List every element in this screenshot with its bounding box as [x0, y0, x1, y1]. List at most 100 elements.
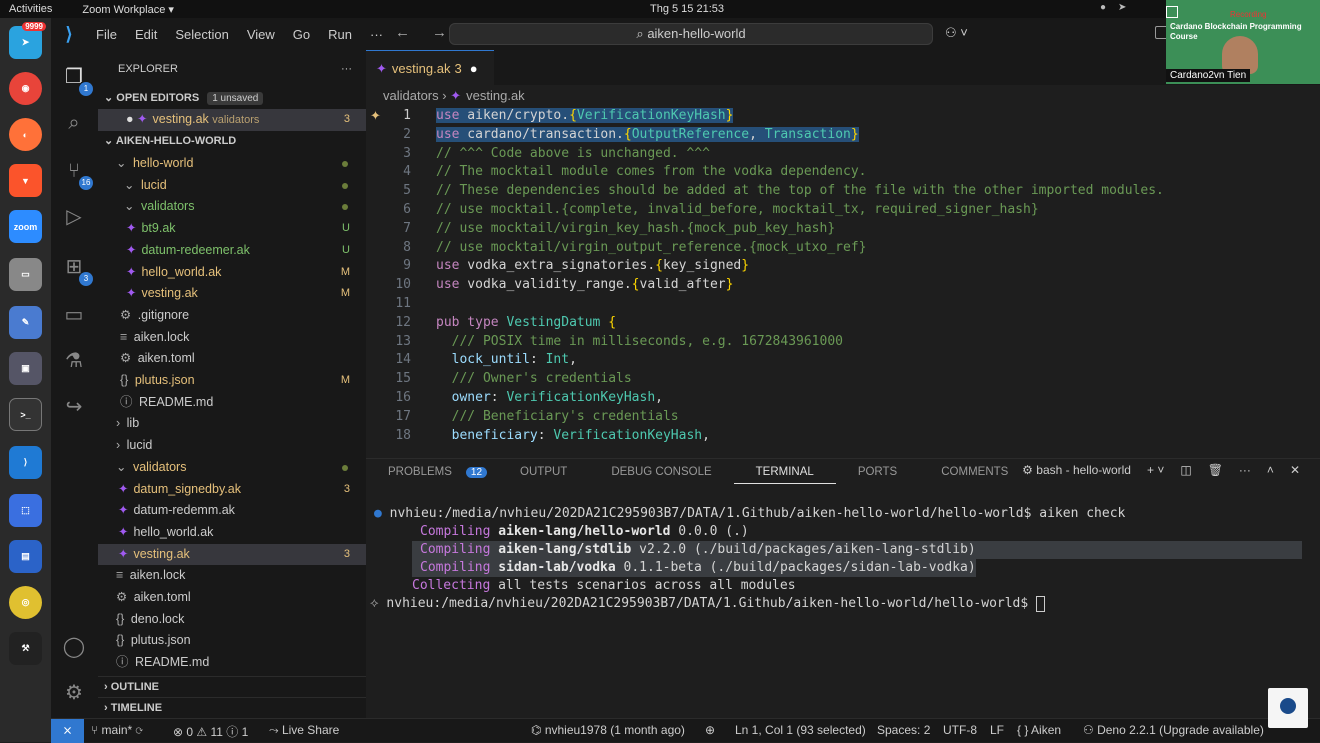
branch-indicator[interactable]: ⑂ main* ⟳	[91, 723, 143, 737]
tree-item[interactable]: ≡ aiken.lock	[98, 327, 366, 349]
trash-icon[interactable]: 🗑	[1208, 463, 1223, 477]
live-share-icon[interactable]: ↪	[61, 394, 87, 420]
code-line[interactable]: 9 use vodka_extra_signatories.{key_signed…	[366, 257, 1320, 276]
tree-item[interactable]: ✦ vesting.ak 3	[98, 543, 366, 566]
explorer-icon[interactable]: ❐ 1	[61, 64, 93, 96]
open-editor-item[interactable]: ● ✦ vesting.ak validators 3	[98, 109, 366, 131]
code-line[interactable]: 5 // These dependencies should be added a…	[366, 182, 1320, 201]
zoom-app-menu[interactable]: Zoom Workplace ▾	[82, 3, 174, 16]
cursor-position[interactable]: Ln 1, Col 1 (93 selected)	[735, 723, 866, 737]
git-blame[interactable]: ⌬ nvhieu1978 (1 month ago)	[531, 723, 685, 737]
remote-desktop-icon[interactable]: ▣	[9, 352, 42, 385]
brave-icon[interactable]: ▼	[9, 164, 42, 197]
tree-item[interactable]: {} plutus.json M	[98, 370, 366, 392]
fullscreen-toggle-icon[interactable]	[1166, 6, 1178, 18]
outline-section[interactable]: › OUTLINE	[98, 676, 366, 698]
back-arrow-icon[interactable]: ←	[395, 24, 410, 41]
tree-item[interactable]: ✦ datum-redemm.ak	[98, 500, 366, 522]
sparkle-icon[interactable]: ✦	[370, 108, 381, 124]
tree-item[interactable]: ✦ hello_world.ak	[98, 522, 366, 544]
tree-item[interactable]: ✦ vesting.ak M	[98, 283, 366, 305]
code-line[interactable]: 17 /// Beneficiary's credentials	[366, 408, 1320, 427]
code-line[interactable]: 18 beneficiary: VerificationKeyHash,	[366, 427, 1320, 446]
screenshot-icon[interactable]: ⬚	[9, 494, 42, 527]
panel-tab-terminal[interactable]: TERMINAL	[733, 460, 836, 484]
live-share-button[interactable]: ⤳ Live Share	[269, 723, 339, 738]
testing-icon[interactable]: ⚗	[61, 348, 87, 374]
command-center-search[interactable]: ⌕ aiken-hello-world	[449, 23, 933, 45]
panel-tab-debug-console[interactable]: DEBUG CONSOLE	[589, 466, 733, 478]
menu-more[interactable]: ···	[361, 27, 392, 42]
code-line[interactable]: 13 /// POSIX time in milliseconds, e.g. …	[366, 333, 1320, 352]
panel-tab-comments[interactable]: COMMENTS	[919, 466, 1030, 478]
menu-edit[interactable]: Edit	[126, 27, 166, 42]
tree-item[interactable]: ⚙ aiken.toml	[98, 348, 366, 370]
code-line[interactable]: 16 owner: VerificationKeyHash,	[366, 389, 1320, 408]
tree-item[interactable]: ⌄ validators	[98, 196, 366, 218]
tree-item[interactable]: ✦ datum_signedby.ak 3	[98, 479, 366, 501]
menu-file[interactable]: File	[87, 27, 126, 42]
breadcrumb-file[interactable]: vesting.ak	[466, 88, 525, 103]
deno-status[interactable]: ⚇ Deno 2.2.1 (Upgrade available)	[1083, 723, 1264, 737]
code-line[interactable]: 15 /// Owner's credentials	[366, 370, 1320, 389]
open-editors-section[interactable]: ⌄ OPEN EDITORS 1 unsaved	[98, 88, 366, 110]
text-editor-icon[interactable]: ✎	[9, 306, 42, 339]
telegram-tray-icon[interactable]: ➤	[1118, 2, 1126, 13]
copilot-menu[interactable]: ⚇ ˅	[945, 25, 968, 41]
tray-icons[interactable]: ● ➤	[1100, 2, 1126, 13]
search-activity-icon[interactable]: ⌕	[61, 110, 87, 136]
files-icon[interactable]: ▭	[9, 258, 42, 291]
code-line[interactable]: 14 lock_until: Int,	[366, 351, 1320, 370]
tree-item[interactable]: ✦ bt9.ak U	[98, 218, 366, 240]
code-line[interactable]: 7 // use mocktail/virgin_key_hash.{mock_p…	[366, 220, 1320, 239]
tree-item[interactable]: ⌄ lucid	[98, 175, 366, 197]
tree-item[interactable]: ⌄ hello-world	[98, 153, 366, 175]
panel-tab-ports[interactable]: PORTS	[836, 466, 919, 478]
zoom-icon[interactable]: zoom	[9, 210, 42, 243]
run-debug-icon[interactable]: ▷	[61, 204, 87, 230]
writer-icon[interactable]: ▤	[9, 540, 42, 573]
maximize-panel-icon[interactable]: ˄	[1267, 463, 1274, 477]
code-line[interactable]: 10 use vodka_validity_range.{valid_after}	[366, 276, 1320, 295]
account-icon[interactable]: ◯	[61, 634, 87, 660]
menu-view[interactable]: View	[238, 27, 284, 42]
explorer-more-button[interactable]: ···	[341, 50, 352, 88]
telegram-icon[interactable]: ➤ 9999	[9, 22, 46, 59]
encoding[interactable]: UTF-8	[943, 723, 977, 737]
code-line[interactable]: 4 // The mocktail module comes from the v…	[366, 163, 1320, 182]
split-terminal-icon[interactable]: ◫	[1180, 463, 1191, 477]
panel-tab-problems[interactable]: PROBLEMS 12	[366, 466, 498, 478]
new-terminal-button[interactable]: + ˅	[1147, 463, 1164, 477]
code-line[interactable]: 3 // ^^^ Code above is unchanged. ^^^	[366, 145, 1320, 164]
tree-item[interactable]: ⓘ README.md	[98, 652, 366, 674]
code-line[interactable]: 6 // use mocktail.{complete, invalid_befo…	[366, 201, 1320, 220]
close-panel-icon[interactable]: ✕	[1290, 463, 1300, 477]
zoom-indicator-icon[interactable]: ⊕	[705, 723, 715, 737]
app-icon[interactable]: ⚒	[9, 632, 42, 665]
language-mode[interactable]: { } Aiken	[1017, 723, 1061, 737]
code-line[interactable]: 1 use aiken/crypto.{VerificationKeyHash}	[366, 107, 1320, 126]
line-ending[interactable]: LF	[990, 723, 1004, 737]
rhythmbox-icon[interactable]: ◎	[9, 586, 42, 619]
settings-gear-icon[interactable]: ⚙	[61, 680, 87, 706]
code-line[interactable]: 8 // use mocktail/virgin_output_reference…	[366, 239, 1320, 258]
code-line[interactable]: 11	[366, 295, 1320, 314]
code-line[interactable]: 12 pub type VestingDatum {	[366, 314, 1320, 333]
activities-button[interactable]: Activities	[9, 3, 52, 15]
remote-explorer-icon[interactable]: ▭	[61, 302, 87, 328]
terminal-icon[interactable]: >_	[9, 398, 42, 431]
tree-item[interactable]: ⌄ validators	[98, 457, 366, 479]
extensions-icon[interactable]: ⊞ 3	[61, 254, 93, 286]
panel-tab-output[interactable]: OUTPUT	[498, 466, 589, 478]
tree-item[interactable]: › lucid	[98, 435, 366, 457]
tree-item[interactable]: {} deno.lock	[98, 609, 366, 631]
code-line[interactable]: 2 use cardano/transaction.{OutputReferenc…	[366, 126, 1320, 145]
tree-item[interactable]: ✦ datum-redeemer.ak U	[98, 240, 366, 262]
problems-indicator[interactable]: ⊗ 0 ⚠ 11 ⓘ 1	[173, 723, 248, 740]
vscode-icon[interactable]: ⟩	[9, 446, 42, 479]
chrome-icon[interactable]: ◉	[9, 72, 42, 105]
tree-item[interactable]: › lib	[98, 413, 366, 435]
terminal-shell-selector[interactable]: ⚙ bash - hello-world	[1022, 463, 1131, 477]
menu-selection[interactable]: Selection	[166, 27, 237, 42]
zoom-video-thumbnail[interactable]: Recording Cardano Blockchain Programming…	[1166, 0, 1320, 84]
